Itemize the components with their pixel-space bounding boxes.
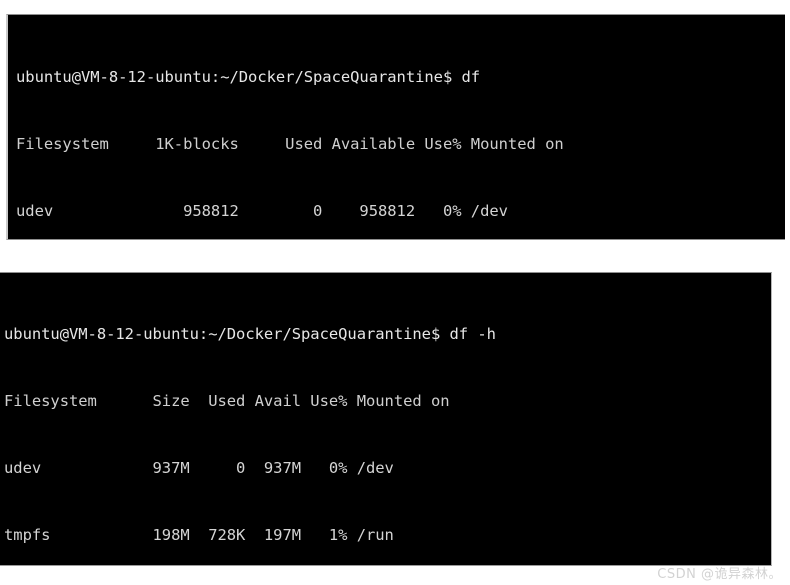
table-header-df: Filesystem 1K-blocks Used Available Use%… bbox=[16, 135, 564, 154]
terminal-window-df-h[interactable]: ubuntu@VM-8-12-ubuntu:~/Docker/SpaceQuar… bbox=[0, 272, 772, 566]
csdn-watermark: CSDN @诡异森林。 bbox=[657, 567, 782, 582]
terminal-window-df[interactable]: ubuntu@VM-8-12-ubuntu:~/Docker/SpaceQuar… bbox=[6, 14, 785, 240]
table-header-df-h: Filesystem Size Used Avail Use% Mounted … bbox=[4, 392, 450, 411]
table-row: udev 937M 0 937M 0% /dev bbox=[4, 459, 394, 478]
command-line-df-h: ubuntu@VM-8-12-ubuntu:~/Docker/SpaceQuar… bbox=[4, 324, 496, 343]
table-row: tmpfs 198M 728K 197M 1% /run bbox=[4, 526, 394, 545]
command-line-df: ubuntu@VM-8-12-ubuntu:~/Docker/SpaceQuar… bbox=[16, 67, 481, 86]
table-row: udev 958812 0 958812 0% /dev bbox=[16, 202, 508, 221]
